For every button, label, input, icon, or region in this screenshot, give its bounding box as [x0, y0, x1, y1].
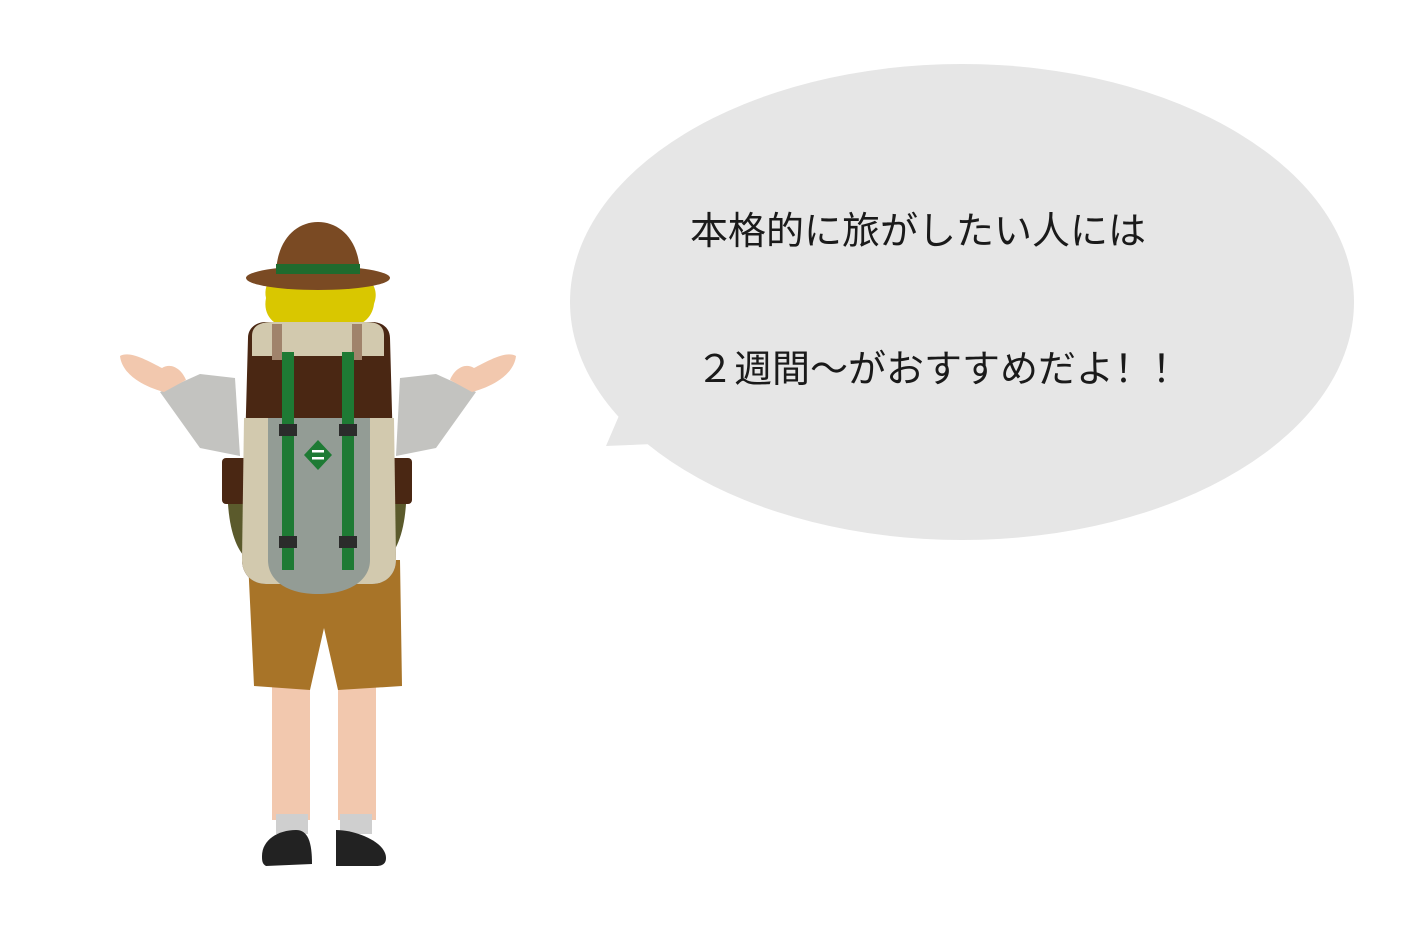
hat-icon — [246, 222, 390, 290]
bubble-line-2: ２週間〜がおすすめだよ！！ — [696, 347, 1190, 391]
left-shoe — [262, 830, 312, 866]
speech-bubble-body — [570, 64, 1354, 540]
left-arm — [120, 354, 240, 456]
right-shoe — [336, 830, 386, 866]
speech-bubble: 本格的に旅がしたい人には ２週間〜がおすすめだよ！！ — [570, 64, 1354, 540]
right-arm — [396, 354, 516, 456]
legs — [272, 680, 376, 834]
illustration-canvas: 本格的に旅がしたい人には ２週間〜がおすすめだよ！！ — [120, 64, 1354, 866]
backpacker-figure — [120, 222, 516, 866]
bubble-line-1: 本格的に旅がしたい人には — [690, 209, 1146, 253]
scene: 本格的に旅がしたい人には ２週間〜がおすすめだよ！！ — [0, 0, 1418, 936]
shoes — [262, 830, 386, 866]
